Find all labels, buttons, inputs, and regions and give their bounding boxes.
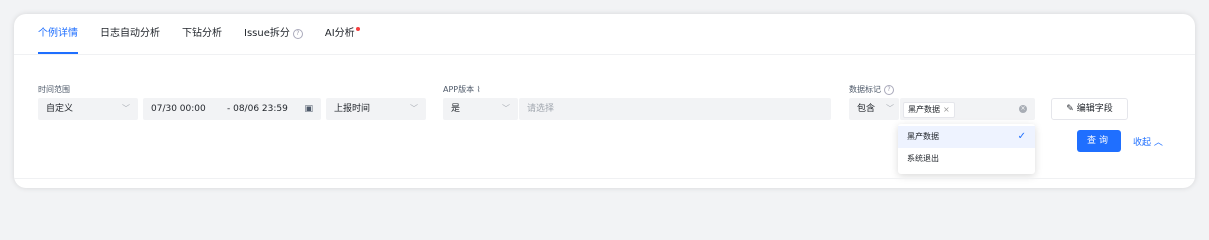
selected-tag-chip: 黑产数据 × — [903, 102, 955, 118]
chevron-up-icon: ︿ — [1153, 138, 1163, 148]
data-tag-operator: 包含 — [857, 104, 876, 114]
tab-bar: 个例详情 日志自动分析 下钻分析 Issue拆分? AI分析 — [38, 14, 377, 54]
time-mode-select[interactable]: 自定义 ﹀ — [38, 98, 138, 120]
date-end: - 08/06 23:59 — [227, 104, 288, 114]
date-range-picker[interactable]: 07/30 00:00 - 08/06 23:59 ▣ — [143, 98, 321, 120]
app-version-operator-select[interactable]: 是 ﹀ — [443, 98, 518, 120]
clear-icon[interactable]: × — [1019, 105, 1027, 113]
chevron-down-icon: ﹀ — [886, 104, 894, 113]
tab-drilldown[interactable]: 下钻分析 — [182, 14, 222, 54]
app-version-placeholder: 请选择 — [527, 104, 555, 114]
chevron-down-icon: ﹀ — [410, 104, 418, 113]
dropdown-option[interactable]: 系统退出 — [898, 148, 1035, 170]
divider — [14, 178, 1195, 179]
time-mode-value: 自定义 — [46, 104, 74, 114]
time-type-select[interactable]: 上报时间 ﹀ — [326, 98, 426, 120]
dropdown-option[interactable]: 黑产数据 ✓ — [898, 126, 1035, 148]
tab-issue-split[interactable]: Issue拆分? — [244, 14, 303, 54]
check-icon: ✓ — [1017, 131, 1026, 142]
help-icon[interactable]: ? — [884, 85, 894, 95]
data-tag-operator-select[interactable]: 包含 ﹀ — [849, 98, 899, 120]
time-type-value: 上报时间 — [334, 104, 371, 114]
app-version-operator: 是 — [451, 104, 461, 114]
tab-ai-analysis[interactable]: AI分析 — [325, 14, 360, 54]
app-version-label: APP版本 ⌇ — [443, 85, 481, 94]
chevron-down-icon: ﹀ — [122, 104, 130, 113]
filter-card: 个例详情 日志自动分析 下钻分析 Issue拆分? AI分析 时间范围 自定义 … — [14, 14, 1195, 188]
time-range-label: 时间范围 — [38, 85, 70, 94]
pencil-icon: ✎ — [1066, 104, 1074, 114]
data-tag-label: 数据标记? — [849, 84, 894, 95]
data-tag-dropdown: 黑产数据 ✓ 系统退出 — [898, 124, 1035, 174]
chevron-down-icon: ﹀ — [502, 104, 510, 113]
calendar-icon: ▣ — [304, 104, 313, 114]
new-dot-icon — [355, 27, 360, 31]
tabs-divider — [14, 54, 1195, 55]
query-button[interactable]: 查询 — [1077, 130, 1121, 152]
broom-icon[interactable]: ⌇ — [477, 85, 481, 94]
close-icon[interactable]: × — [943, 105, 950, 114]
tab-auto-log-analysis[interactable]: 日志自动分析 — [100, 14, 160, 54]
data-tag-select[interactable]: 黑产数据 × × — [900, 98, 1035, 120]
edit-fields-button[interactable]: ✎ 编辑字段 — [1051, 98, 1128, 120]
collapse-link[interactable]: 收起 ︿ — [1133, 135, 1163, 148]
help-icon[interactable]: ? — [292, 29, 303, 39]
app-version-select[interactable]: 请选择 — [519, 98, 831, 120]
date-start: 07/30 00:00 — [151, 104, 206, 114]
tab-case-detail[interactable]: 个例详情 — [38, 14, 78, 54]
